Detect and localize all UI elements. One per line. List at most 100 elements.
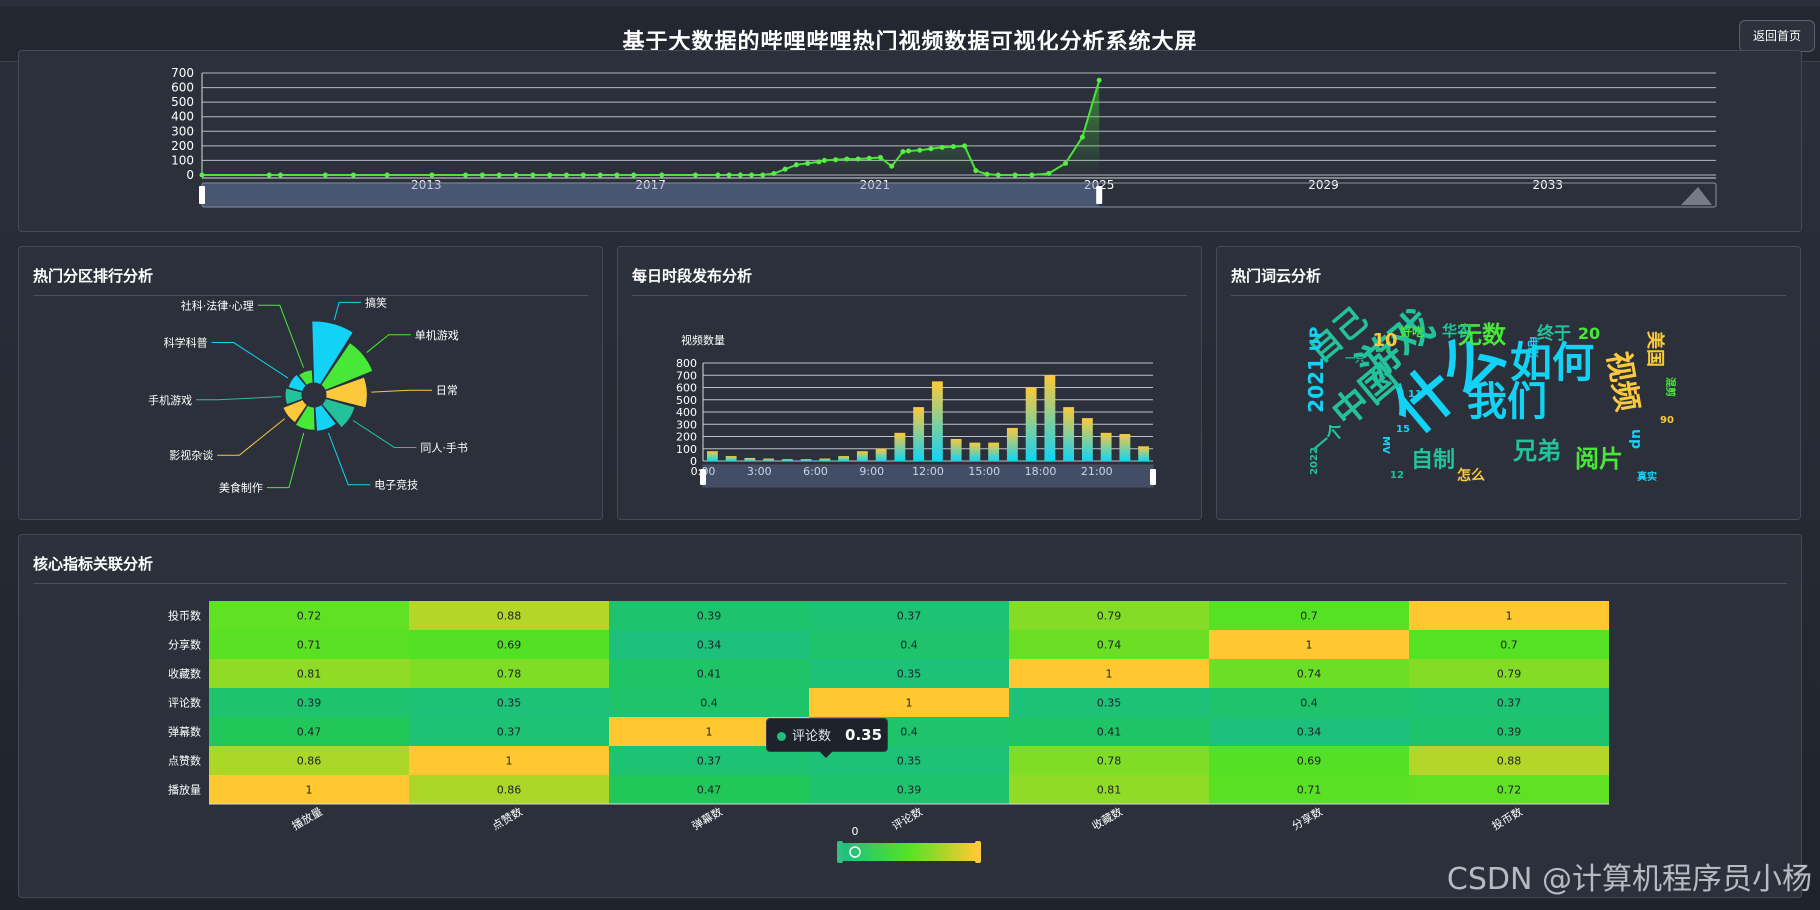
timeline-point[interactable] — [816, 159, 822, 165]
hour-bar[interactable] — [763, 458, 775, 461]
timeline-point[interactable] — [749, 172, 755, 178]
zoom-handle-right[interactable] — [1150, 469, 1156, 485]
timeline-point[interactable] — [631, 172, 637, 178]
hour-bar[interactable] — [706, 451, 718, 461]
hour-bar[interactable] — [1044, 375, 1056, 461]
timeline-point[interactable] — [278, 172, 284, 178]
timeline-point[interactable] — [760, 172, 766, 178]
timeline-point[interactable] — [597, 172, 603, 178]
timeline-point[interactable] — [771, 171, 777, 177]
timeline-point[interactable] — [917, 147, 923, 153]
hour-bar[interactable] — [1119, 434, 1131, 461]
timeline-point[interactable] — [906, 148, 912, 154]
zoom-handle-right[interactable] — [1096, 186, 1103, 204]
hour-bar[interactable] — [838, 456, 850, 461]
timeline-point[interactable] — [866, 155, 872, 161]
timeline-point[interactable] — [1012, 172, 1018, 178]
timeline-point[interactable] — [889, 163, 895, 169]
hour-bar[interactable] — [988, 442, 1000, 461]
heatmap-cell-value: 0.79 — [1097, 610, 1122, 623]
timeline-point[interactable] — [950, 144, 956, 150]
timeline-point[interactable] — [793, 162, 799, 168]
hour-bar[interactable] — [819, 458, 831, 461]
visualmap-handle-min[interactable] — [837, 841, 843, 863]
timeline-point[interactable] — [737, 172, 743, 178]
timeline-point[interactable] — [659, 172, 665, 178]
hour-bar[interactable] — [744, 457, 756, 461]
zoom-slider[interactable] — [702, 464, 1154, 488]
zoom-handle-left[interactable] — [199, 186, 205, 204]
timeline-point[interactable] — [984, 171, 990, 177]
timeline-point[interactable] — [322, 172, 328, 178]
timeline-point[interactable] — [855, 156, 861, 162]
timeline-point[interactable] — [962, 143, 968, 149]
timeline-point[interactable] — [939, 144, 945, 150]
hour-bar[interactable] — [1063, 407, 1075, 461]
timeline-point[interactable] — [513, 172, 519, 178]
hour-bar[interactable] — [913, 407, 925, 461]
label-leader-line — [333, 301, 362, 320]
heatmap-cell-value: 0.41 — [697, 668, 722, 681]
timeline-point[interactable] — [900, 149, 906, 155]
timeline-point[interactable] — [805, 160, 811, 166]
hour-bar[interactable] — [931, 381, 943, 461]
hour-bar[interactable] — [950, 438, 962, 461]
timeline-point[interactable] — [928, 146, 934, 152]
timeline-point[interactable] — [350, 172, 356, 178]
timeline-point[interactable] — [1029, 172, 1035, 178]
timeline-point[interactable] — [614, 172, 620, 178]
correlation-heatmap[interactable]: 投币数 0.72 0.88 0.39 0.37 0.79 0.7 1分享数 0.71 0.69 0.… — [19, 535, 1803, 899]
timeline-point[interactable] — [463, 172, 469, 178]
timeline-point[interactable] — [547, 172, 553, 178]
timeline-point[interactable] — [563, 172, 569, 178]
timeline-point[interactable] — [479, 172, 485, 178]
timeline-point[interactable] — [580, 172, 586, 178]
timeline-point[interactable] — [844, 156, 850, 162]
category-rose-chart[interactable]: 搞笑单机游戏日常同人·手书电子竞技 美食制作 影视杂谈 手机游戏 科学科普 社科·法律·心… — [19, 247, 604, 521]
timeline-point[interactable] — [266, 172, 272, 178]
timeline-point[interactable] — [715, 172, 721, 178]
hour-bar[interactable] — [1100, 432, 1112, 461]
zoom-handle-left[interactable] — [700, 469, 706, 485]
timeline-point[interactable] — [1079, 134, 1085, 140]
hour-bar[interactable] — [781, 459, 793, 461]
timeline-point[interactable] — [530, 172, 536, 178]
timeline-point[interactable] — [995, 172, 1001, 178]
back-home-button[interactable]: 返回首页 — [1739, 20, 1815, 52]
tooltip-dot — [777, 732, 786, 741]
hour-bar[interactable] — [875, 448, 887, 461]
timeline-point[interactable] — [877, 155, 883, 161]
timeline-point[interactable] — [692, 172, 698, 178]
zoom-selection[interactable] — [202, 183, 1100, 207]
timeline-point[interactable] — [821, 157, 827, 163]
visualmap-handle-max[interactable] — [975, 841, 981, 863]
timeline-point[interactable] — [199, 172, 205, 178]
timeline-point[interactable] — [496, 172, 502, 178]
timeline-point[interactable] — [1063, 160, 1069, 166]
hour-bar[interactable] — [800, 459, 812, 461]
cloud-word: 真实 — [1637, 470, 1657, 483]
timeline-point[interactable] — [1046, 171, 1052, 177]
timeline-point[interactable] — [384, 172, 390, 178]
heatmap-col-label: 点赞数 — [490, 805, 525, 833]
timeline-point[interactable] — [429, 172, 435, 178]
hour-bar[interactable] — [1025, 387, 1037, 462]
hourly-bar-chart[interactable]: 视频数量01002003004005006007008000:003:006:0… — [618, 247, 1203, 521]
hour-bar[interactable] — [969, 442, 981, 461]
timeline-point[interactable] — [973, 168, 979, 174]
tooltip-label: 评论数 — [792, 729, 832, 744]
hour-bar[interactable] — [1081, 418, 1093, 461]
hour-bar[interactable] — [1138, 446, 1150, 461]
visualmap-bar[interactable] — [841, 843, 977, 861]
timeline-point[interactable] — [1096, 77, 1102, 83]
hour-bar[interactable] — [1006, 427, 1018, 461]
hour-bar[interactable] — [725, 456, 737, 461]
heatmap-cell-value: 1 — [506, 755, 513, 768]
hour-bar[interactable] — [856, 451, 868, 461]
timeline-point[interactable] — [726, 172, 732, 178]
timeline-chart[interactable]: 01002003004005006007002013 2017 2021 2025 20… — [19, 51, 1803, 233]
hour-bar[interactable] — [894, 432, 906, 461]
timeline-point[interactable] — [833, 157, 839, 163]
heatmap-cell-value: 0.72 — [1497, 784, 1522, 797]
timeline-point[interactable] — [782, 166, 788, 172]
